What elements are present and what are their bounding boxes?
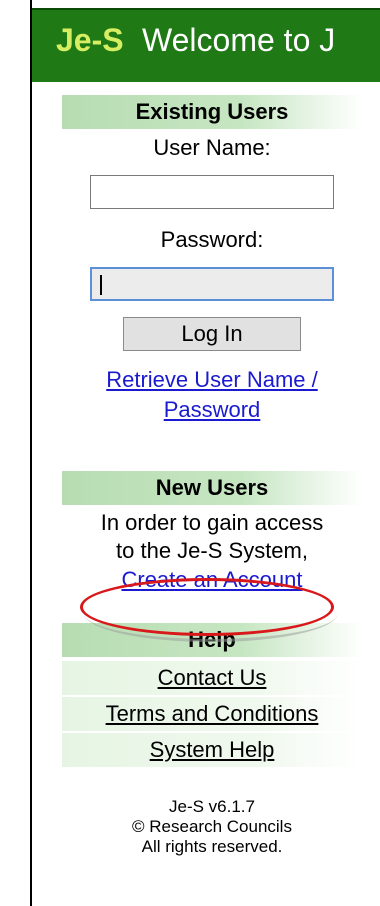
existing-users-heading: Existing Users — [62, 95, 362, 129]
header-bar: Je-S Welcome to J — [32, 8, 380, 82]
text-caret — [100, 275, 102, 295]
retrieve-credentials-link[interactable]: Retrieve User Name / Password — [62, 365, 362, 425]
version-text: Je-S v6.1.7 — [169, 797, 255, 816]
new-users-heading: New Users — [62, 471, 362, 505]
terms-and-conditions-link[interactable]: Terms and Conditions — [62, 697, 362, 731]
rights-text: All rights reserved. — [141, 837, 283, 856]
password-input[interactable] — [90, 267, 334, 301]
new-users-intro-line2: to the Je-S System, — [116, 538, 308, 563]
annotation-red-oval — [80, 578, 334, 636]
help-links: Contact Us Terms and Conditions System H… — [62, 661, 362, 767]
retrieve-link-line2[interactable]: Password — [62, 395, 362, 425]
login-button[interactable]: Log In — [123, 317, 301, 351]
contact-us-link[interactable]: Contact Us — [62, 661, 362, 695]
jes-logo: Je-S — [56, 22, 124, 58]
username-label: User Name: — [153, 135, 271, 160]
new-users-intro-line1: In order to gain access — [100, 510, 324, 535]
password-label: Password: — [160, 227, 264, 252]
system-help-link[interactable]: System Help — [62, 733, 362, 767]
retrieve-link-line1[interactable]: Retrieve User Name / — [62, 365, 362, 395]
welcome-title: Welcome to J — [142, 22, 336, 58]
login-sidebar: Existing Users User Name: Password: Log … — [62, 95, 362, 857]
username-input[interactable] — [90, 175, 334, 209]
copyright-text: © Research Councils — [132, 817, 292, 836]
